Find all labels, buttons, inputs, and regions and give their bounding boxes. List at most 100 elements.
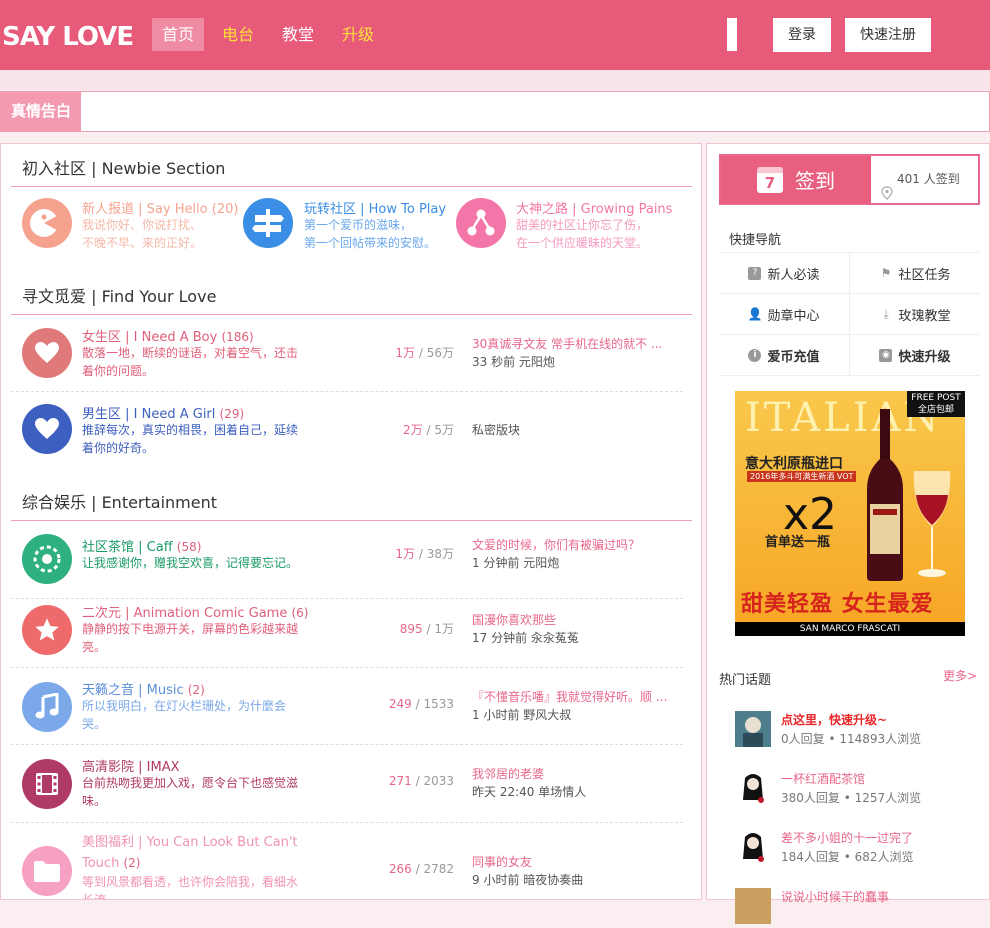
last-post-link[interactable]: 同事的女友	[472, 853, 672, 870]
topic-title[interactable]: 说说小时候干的蠢事	[781, 888, 889, 905]
quicknav-rose-church[interactable]: ⤓ 玫瑰教堂	[850, 294, 980, 334]
forum-title[interactable]: 高清影院 | IMAX	[82, 756, 180, 775]
hot-topic-item[interactable]: 一杯红酒配茶馆 380人回复 • 1257人浏览	[735, 770, 975, 810]
question-icon: ?	[748, 266, 762, 280]
wine-ad-banner[interactable]: ITALIAN FREE POST 全店包邮 意大利原瓶进口 2016年多斗可满生…	[735, 391, 965, 636]
quicknav-quick-upgrade[interactable]: ◉ 快速升级	[850, 335, 980, 375]
forum-title-growing-pains[interactable]: 大神之路 | Growing Pains	[516, 198, 672, 217]
hot-topics-more-link[interactable]: 更多>	[943, 667, 977, 684]
topic-title[interactable]: 一杯红酒配茶馆	[781, 770, 865, 787]
section-divider	[11, 520, 692, 521]
forum-stats: 266 / 2782	[388, 862, 454, 876]
clock-icon[interactable]	[22, 534, 72, 584]
topic-thumbnail	[735, 888, 771, 924]
last-post-info: 33 秒前 元阳炮	[472, 355, 555, 369]
forum-stats: 1万 / 56万	[395, 346, 454, 360]
pacman-icon[interactable]	[22, 198, 72, 248]
forum-row: 社区茶馆 | Caff (58) 让我感谢你，赠我空欢喜，记得要忘记。 1万 /…	[11, 530, 683, 596]
forum-title[interactable]: 二次元 | Animation Comic Game (6)	[82, 602, 308, 621]
wine-bottle-icon	[867, 409, 903, 581]
topic-title[interactable]: 点这里，快速升级~	[781, 711, 887, 728]
ad-footer: SAN MARCO FRASCATI	[735, 622, 965, 636]
forum-row: 美图福利 | You Can Look But Can't Touch (2) …	[11, 832, 683, 900]
hot-topic-item[interactable]: 说说小时候干的蠢事	[735, 888, 975, 928]
topic-meta: 380人回复 • 1257人浏览	[781, 791, 922, 805]
sign-in-count: 401 人签到	[881, 156, 960, 203]
last-post-link[interactable]: 文爱的时候，你们有被骗过吗？	[472, 536, 672, 553]
quicknav-medals[interactable]: 👤 勋章中心	[719, 294, 850, 334]
last-post-info: 私密版块	[472, 423, 521, 437]
music-note-icon[interactable]	[22, 682, 72, 732]
quicknav-title: 快捷导航	[729, 233, 782, 248]
ad-offer: 首单送一瓶	[765, 535, 831, 550]
topic-title[interactable]: 差不多小姐的十一过完了	[781, 829, 913, 846]
ad-free-post-tag: FREE POST 全店包邮	[907, 391, 965, 417]
heart-icon[interactable]	[22, 404, 72, 454]
row-divider	[11, 391, 683, 392]
forum-title[interactable]: 女生区 | I Need A Boy (186)	[82, 326, 254, 345]
main-nav: 首页 电台 教堂 升级	[152, 18, 392, 51]
quicknav-newbie-guide[interactable]: ? 新人必读	[719, 253, 850, 293]
forum-panel: 初入社区 | Newbie Section 新人报道 | Say Hello (…	[0, 143, 702, 900]
search-input[interactable]	[727, 18, 737, 51]
confession-label[interactable]: 真情告白	[1, 92, 81, 131]
hot-topic-item[interactable]: 点这里，快速升级~ 0人回复 • 114893人浏览	[735, 711, 975, 751]
last-post-info: 昨天 22:40 单场情人	[472, 785, 587, 799]
signpost-icon[interactable]	[243, 198, 293, 248]
topic-thumbnail	[735, 711, 771, 747]
heart-icon[interactable]	[22, 328, 72, 378]
flag-icon: ⚑	[880, 266, 892, 280]
row-divider	[11, 744, 683, 745]
star-icon[interactable]	[22, 605, 72, 655]
section-divider	[11, 186, 692, 187]
forum-row: 高清影院 | IMAX 台前热吻我更加入戏，愿令台下也感觉滋味。 271 / 2…	[11, 758, 683, 824]
forum-stats: 271 / 2033	[388, 774, 454, 788]
login-button[interactable]: 登录	[773, 18, 831, 52]
download-icon: ⤓	[883, 306, 889, 321]
nav-radio[interactable]: 电台	[212, 18, 264, 51]
forum-title-say-hello[interactable]: 新人报道 | Say Hello (20)	[82, 198, 238, 217]
sign-in-button[interactable]: 7 签到	[721, 156, 871, 203]
ad-slogan: 甜美轻盈 女生最爱	[741, 592, 934, 617]
forum-desc: 我说你好、你说打扰、	[82, 218, 203, 232]
forum-row: 天籁之音 | Music (2) 所以我明白，在灯火栏珊处，为什麼会哭。 249…	[11, 681, 683, 747]
sign-in-label: 签到	[795, 169, 835, 193]
forum-stats: 895 / 1万	[399, 622, 454, 636]
forum-title[interactable]: 天籁之音 | Music (2)	[82, 679, 205, 698]
topic-thumbnail	[735, 829, 771, 865]
quicknav-tasks[interactable]: ⚑ 社区任务	[850, 253, 980, 293]
forum-title[interactable]: 社区茶馆 | Caff (58)	[82, 536, 201, 555]
hot-topic-item[interactable]: 差不多小姐的十一过完了 184人回复 • 682人浏览	[735, 829, 975, 869]
forum-desc: 台前热吻我更加入戏，愿令台下也感觉滋味。	[82, 776, 299, 808]
register-button[interactable]: 快速注册	[845, 18, 931, 52]
last-post-link[interactable]: 我邻居的老婆	[472, 765, 672, 782]
share-icon[interactable]	[456, 198, 506, 248]
forum-row: 男生区 | I Need A Girl (29) 推辞每次，真实的相畏，困着自己…	[11, 400, 683, 466]
last-post-link[interactable]: 『不懂音乐噃』我就觉得好听。顺 ...	[472, 688, 672, 705]
forum-desc: 甜美的社区让你忘了伤，	[516, 218, 649, 232]
forum-desc: 第一个回帖带来的安慰。	[304, 236, 437, 250]
site-logo[interactable]: SAY LOVE	[2, 22, 134, 52]
quicknav-recharge[interactable]: i 爱币充值	[719, 335, 850, 375]
forum-title-how-to-play[interactable]: 玩转社区 | How To Play	[304, 198, 446, 217]
last-post-link[interactable]: 30真诚寻文友 常手机在线的就不 ...	[472, 335, 672, 352]
calendar-icon: 7	[757, 166, 783, 193]
folder-icon[interactable]	[22, 846, 72, 896]
sidebar: 7 签到 401 人签到 快捷导航 ? 新人必读 ⚑ 社区任务 👤 勋章中心 ⤓ 玫瑰教…	[706, 143, 990, 924]
forum-desc: 等到风景都看透，也许你会陪我，看细水长流。	[82, 875, 299, 900]
nav-church[interactable]: 教堂	[272, 18, 324, 51]
forum-title[interactable]: 男生区 | I Need A Girl (29)	[82, 403, 244, 422]
forum-desc: 在一个供应暖昧的天堂。	[516, 236, 649, 250]
last-post-info: 9 小时前 暗夜协奏曲	[472, 873, 584, 887]
last-post-link[interactable]: 国漫你喜欢那些	[472, 611, 672, 628]
forum-title[interactable]: 美图福利 | You Can Look But Can't Touch (2)	[82, 833, 312, 874]
forum-stats: 1万 / 38万	[395, 547, 454, 561]
forum-row: 二次元 | Animation Comic Game (6) 静静的按下电源开关…	[11, 604, 683, 670]
row-divider	[11, 598, 683, 599]
nav-upgrade[interactable]: 升级	[332, 18, 384, 51]
nav-home[interactable]: 首页	[152, 18, 205, 51]
confession-bar: 真情告白	[0, 91, 990, 132]
film-icon[interactable]	[22, 759, 72, 809]
sign-in-box: 7 签到 401 人签到	[719, 154, 980, 205]
quicknav-grid: ? 新人必读 ⚑ 社区任务 👤 勋章中心 ⤓ 玫瑰教堂 i 爱币充值 ◉ 快速升级	[719, 252, 980, 376]
